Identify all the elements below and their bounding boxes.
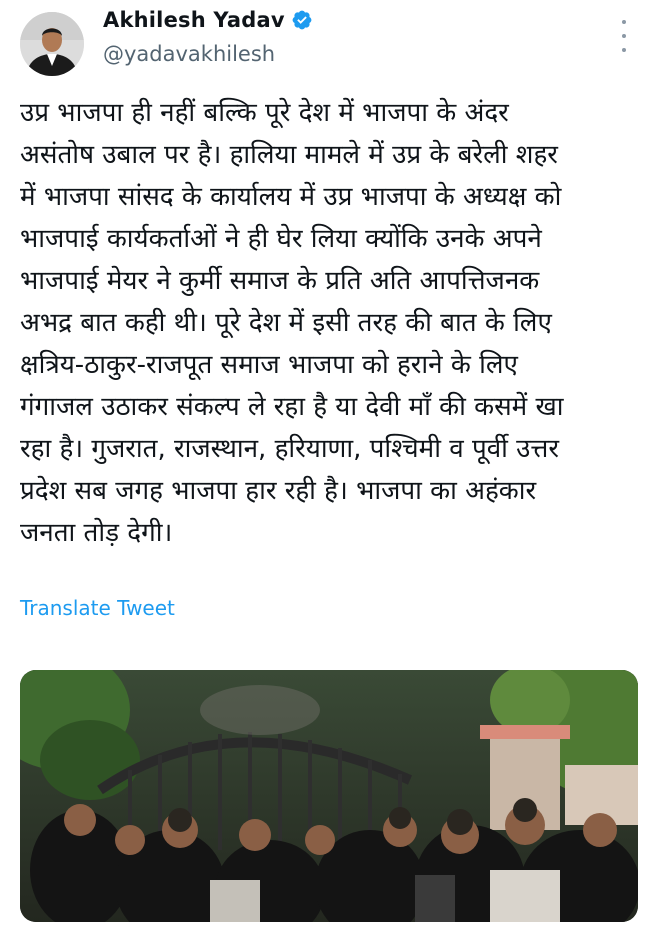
- avatar[interactable]: [20, 12, 84, 76]
- tweet-header: Akhilesh Yadav @yadavakhilesh: [0, 0, 657, 80]
- more-options-icon[interactable]: [614, 20, 634, 52]
- tweet-text: उप्र भाजपा ही नहीं बल्कि पूरे देश में भा…: [20, 98, 564, 548]
- verified-badge-icon: [292, 10, 312, 30]
- crowd-photo: [20, 670, 638, 922]
- tweet-media[interactable]: [20, 670, 638, 922]
- author-name[interactable]: Akhilesh Yadav: [103, 8, 285, 32]
- translate-tweet-link[interactable]: Translate Tweet: [20, 596, 175, 620]
- profile-photo-icon: [20, 12, 84, 76]
- author-handle[interactable]: @yadavakhilesh: [103, 42, 275, 66]
